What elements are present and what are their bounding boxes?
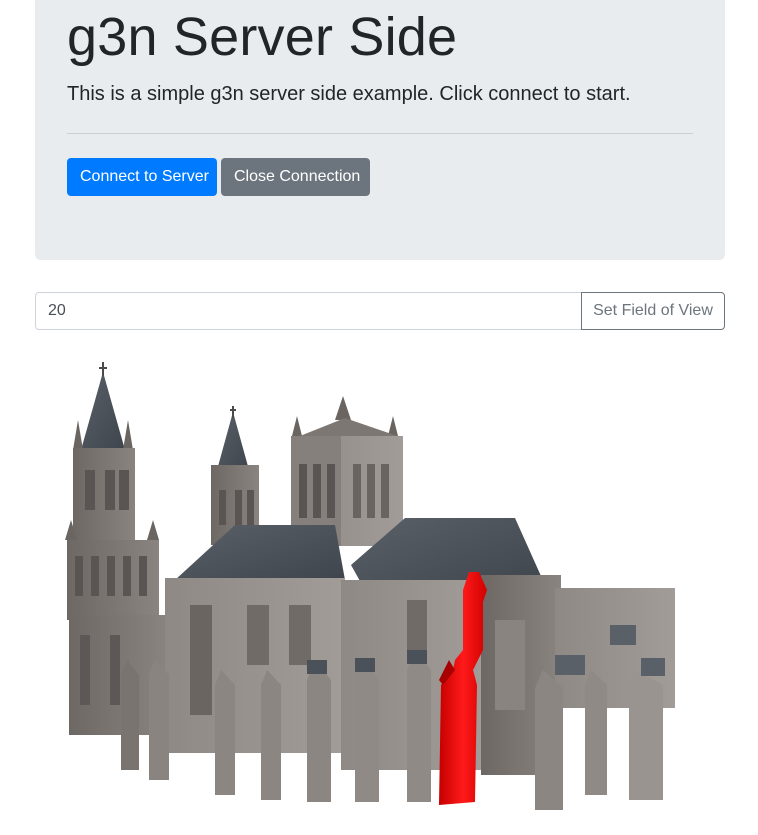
close-connection-button[interactable]: Close Connection <box>221 158 370 196</box>
divider <box>67 133 693 134</box>
cathedral-render <box>65 362 675 810</box>
jumbotron: g3n Server Side This is a simple g3n ser… <box>35 0 725 260</box>
connect-button[interactable]: Connect to Server <box>67 158 217 196</box>
second-tower <box>211 406 259 545</box>
fov-input-group: Set Field of View <box>35 292 725 330</box>
lead-text: This is a simple g3n server side example… <box>67 83 631 105</box>
page-title: g3n Server Side <box>67 7 458 67</box>
set-fov-button[interactable]: Set Field of View <box>581 292 725 330</box>
3d-viewport[interactable] <box>35 340 725 830</box>
central-tower <box>291 396 403 546</box>
fov-input[interactable] <box>35 292 581 330</box>
